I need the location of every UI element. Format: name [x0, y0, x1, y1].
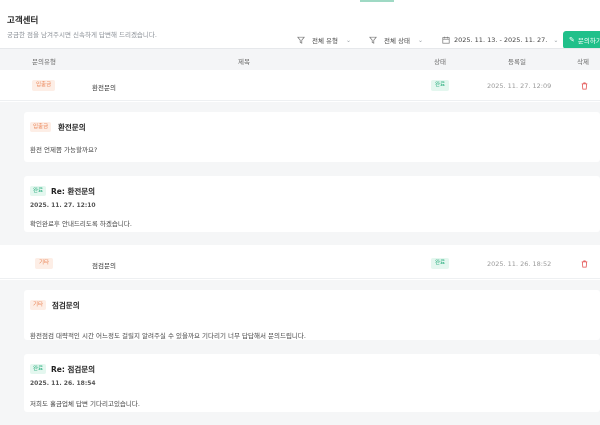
question-title: 환전문의 — [58, 123, 86, 132]
filter-icon — [297, 36, 305, 44]
delete-icon[interactable] — [580, 259, 588, 268]
question-body: 환전점검 대략적인 시간 어느정도 걸릴지 알려주실 수 있을까요 기다리기 너… — [30, 332, 306, 340]
type-badge: 입출금 — [32, 80, 56, 91]
chevron-down-icon: ⌄ — [553, 36, 559, 44]
answer-card: 완료 Re: 환전문의 2025. 11. 27. 12:10 확인완료후 안내… — [24, 176, 600, 232]
question-card: 입출금 환전문의 환전 언제쯤 가능할까요? — [24, 112, 600, 162]
status-filter-label: 전체 상태 — [384, 37, 410, 45]
row-title: 환전문의 — [92, 84, 116, 92]
type-badge: 기타 — [35, 258, 54, 269]
active-tab-indicator — [360, 0, 394, 2]
row-title: 점검문의 — [92, 262, 116, 270]
question-body: 환전 언제쯤 가능할까요? — [30, 146, 98, 154]
date-range-picker[interactable]: 2025. 11. 13. - 2025. 11. 27. ⌄ — [442, 33, 558, 47]
type-filter-label: 전체 유형 — [312, 37, 338, 45]
question-card: 기타 점검문의 환전점검 대략적인 시간 어느정도 걸릴지 알려주실 수 있을까… — [24, 290, 600, 340]
answer-body: 확인완료후 안내드리도록 하겠습니다. — [30, 220, 132, 228]
new-inquiry-label: 문의하기 — [577, 37, 600, 45]
answer-date: 2025. 11. 26. 18:54 — [30, 380, 96, 387]
answer-title: Re: 점검문의 — [51, 365, 96, 374]
type-filter-dropdown[interactable]: 전체 유형 ⌄ — [297, 33, 351, 47]
page-subtitle: 궁금한 점을 남겨주시면 신속하게 답변해 드리겠습니다. — [7, 31, 157, 39]
table-header: 문의유형 제목 상태 등록일 삭제 — [0, 48, 600, 70]
answer-status-badge: 완료 — [30, 364, 47, 374]
pencil-icon: ✎ — [569, 36, 575, 44]
date-range-value: 2025. 11. 13. - 2025. 11. 27. — [454, 36, 548, 44]
answer-body: 저희도 홀금업체 답변 기다리고있습니다. — [30, 400, 140, 408]
delete-icon[interactable] — [580, 81, 588, 90]
answer-date: 2025. 11. 27. 12:10 — [30, 202, 96, 209]
question-title: 점검문의 — [52, 301, 80, 310]
column-header-date: 등록일 — [508, 58, 526, 66]
status-badge: 완료 — [431, 80, 450, 91]
column-header-title: 제목 — [238, 58, 250, 66]
question-type-badge: 기타 — [30, 300, 47, 310]
inquiry-detail-panel: 입출금 환전문의 환전 언제쯤 가능할까요? 완료 Re: 환전문의 2025.… — [0, 102, 600, 245]
column-header-type: 문의유형 — [32, 58, 56, 66]
chevron-down-icon: ⌄ — [346, 36, 352, 44]
table-row[interactable]: 기타 점검문의 완료 2025. 11. 26. 18:52 — [0, 249, 600, 279]
inquiry-detail-panel: 기타 점검문의 환전점검 대략적인 시간 어느정도 걸릴지 알려주실 수 있을까… — [0, 280, 600, 425]
chevron-down-icon: ⌄ — [418, 36, 424, 44]
answer-title: Re: 환전문의 — [51, 187, 96, 196]
filter-icon — [369, 36, 377, 44]
column-header-status: 상태 — [434, 58, 446, 66]
answer-card: 완료 Re: 점검문의 2025. 11. 26. 18:54 저희도 홀금업체… — [24, 354, 600, 412]
question-type-badge: 입출금 — [30, 122, 52, 132]
column-header-delete: 삭제 — [577, 58, 589, 66]
page-header: 고객센터 궁금한 점을 남겨주시면 신속하게 답변해 드리겠습니다. 전체 유형… — [7, 14, 600, 49]
status-filter-dropdown[interactable]: 전체 상태 ⌄ — [369, 33, 423, 47]
row-date: 2025. 11. 27. 12:09 — [487, 82, 552, 90]
new-inquiry-button[interactable]: ✎ 문의하기 — [563, 31, 600, 49]
calendar-icon — [442, 36, 450, 44]
page-title: 고객센터 — [7, 16, 39, 26]
answer-status-badge: 완료 — [30, 186, 47, 196]
table-row[interactable]: 입출금 환전문의 완료 2025. 11. 27. 12:09 — [0, 71, 600, 101]
row-date: 2025. 11. 26. 18:52 — [487, 260, 552, 268]
status-badge: 완료 — [431, 258, 450, 269]
